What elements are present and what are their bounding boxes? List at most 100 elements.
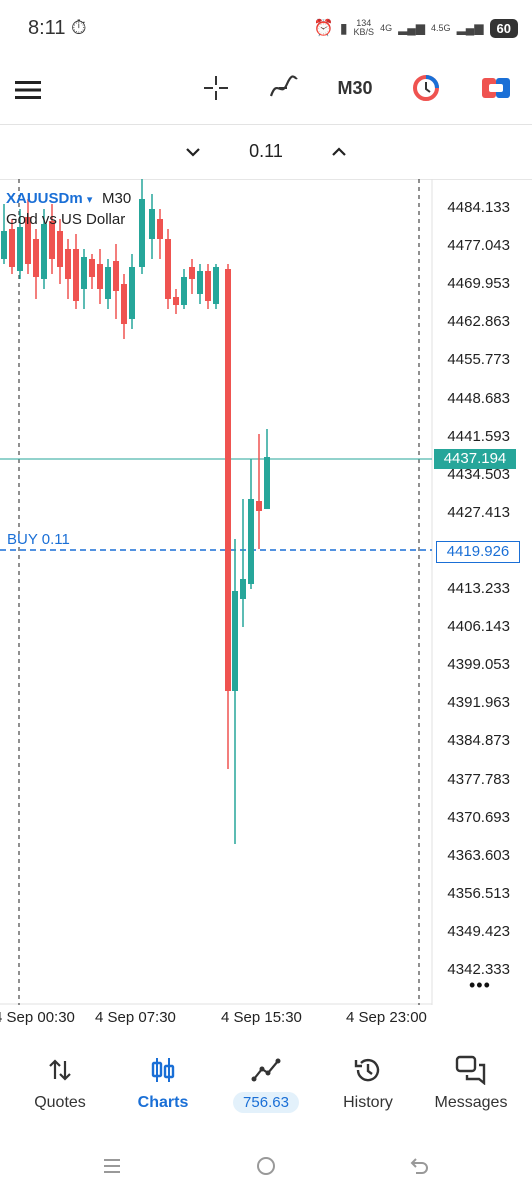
candle-body <box>157 219 163 239</box>
nav-quotes-label: Quotes <box>34 1094 86 1111</box>
recents-icon <box>104 1159 120 1173</box>
candle-body <box>65 249 71 279</box>
recents-button[interactable] <box>96 1150 128 1182</box>
price-axis-label: 4406.143 <box>447 618 510 636</box>
price-axis-label: 4427.413 <box>447 503 510 521</box>
lot-value[interactable]: 0.11 <box>230 141 302 162</box>
back-button[interactable] <box>404 1150 436 1182</box>
lot-increase-button[interactable] <box>322 135 356 169</box>
sort-arrows-icon <box>49 1059 71 1081</box>
chevron-up-icon <box>332 147 346 156</box>
candle-body <box>264 457 270 509</box>
candle-body <box>139 199 145 267</box>
vibrate-icon: ▮ <box>339 19 348 36</box>
candle-body <box>97 264 103 289</box>
current-price-tag: 4437.194 <box>434 449 516 469</box>
price-axis-label: 4455.773 <box>447 351 510 369</box>
price-axis-label: 4370.693 <box>447 808 510 826</box>
indicators-icon <box>269 75 298 97</box>
chart-symbol[interactable]: XAUUSDm ▾ <box>6 190 92 207</box>
timeframe-label: M30 <box>337 77 373 98</box>
candle-body <box>105 267 111 299</box>
status-bar: 8:11 ⏱ ⏰ ▮ 134 KB/S 4G ▂▄▆ 4.5G ▂▄▆ 60 <box>0 0 532 56</box>
candle-body <box>113 261 119 291</box>
bottom-navigation: Quotes Charts 756.63 History Messages <box>0 1040 532 1130</box>
candle-body <box>1 231 7 259</box>
price-axis-label: 4384.873 <box>447 732 510 750</box>
candle-body <box>240 579 246 599</box>
time-label: 4 Sep 00:30 <box>0 1009 75 1026</box>
more-dots-icon[interactable]: ••• <box>469 975 491 996</box>
indicators-button[interactable] <box>266 70 302 106</box>
candle-body <box>181 277 187 305</box>
history-icon <box>354 1058 380 1082</box>
nav-charts[interactable]: Charts <box>111 1040 215 1130</box>
signal-icon-2: ▂▄▆ <box>456 21 484 35</box>
candle-body <box>189 267 195 279</box>
system-navigation <box>0 1140 532 1200</box>
price-axis-label: 4469.953 <box>447 275 510 293</box>
back-icon <box>410 1158 428 1174</box>
signal-4g: 4G <box>380 23 393 33</box>
nav-history-label: History <box>343 1094 393 1111</box>
price-axis-label: 4441.593 <box>447 427 510 445</box>
candle-body <box>205 271 211 301</box>
price-axis-label: 4448.683 <box>447 389 510 407</box>
hamburger-icon <box>15 81 41 99</box>
candle-body <box>121 284 127 324</box>
chart-toolbar: M30 <box>0 56 532 125</box>
candle-body <box>129 267 135 319</box>
price-axis-label: 4377.783 <box>447 770 510 788</box>
timeframe-button[interactable]: M30 <box>332 70 378 106</box>
nav-quotes[interactable]: Quotes <box>8 1040 112 1130</box>
price-axis-label: 4477.043 <box>447 237 510 255</box>
crosshair-icon <box>204 76 228 100</box>
candle-body <box>17 227 23 271</box>
candles-icon <box>151 1058 175 1082</box>
messages-icon <box>455 1055 486 1085</box>
candle-body <box>9 229 15 267</box>
candle-body <box>232 591 238 691</box>
status-icons: ⏰ ▮ 134 KB/S 4G ▂▄▆ 4.5G ▂▄▆ 60 <box>314 14 518 42</box>
signal-45g: 4.5G <box>431 23 451 33</box>
timer-icon: ⏱ <box>71 17 87 39</box>
candle-body <box>225 269 231 691</box>
chevron-down-icon <box>186 148 200 157</box>
menu-button[interactable] <box>10 72 46 108</box>
clock-chart-icon <box>413 75 439 101</box>
candle-body <box>248 499 254 584</box>
chart-description: Gold vs US Dollar <box>6 211 126 228</box>
price-axis-label: 4342.333 <box>447 961 510 978</box>
candle-body <box>173 297 179 305</box>
price-axis-label: 4462.863 <box>447 313 510 331</box>
candle-body <box>73 249 79 301</box>
price-axis-label: 4349.423 <box>447 922 510 940</box>
price-axis-label: 4363.603 <box>447 846 510 864</box>
buy-price-tag: 4419.926 <box>436 541 520 563</box>
equity-badge: 756.63 <box>233 1092 299 1113</box>
home-button[interactable] <box>250 1150 282 1182</box>
candle-body <box>197 271 203 294</box>
candle-body <box>89 259 95 277</box>
candles <box>1 179 270 844</box>
crosshair-button[interactable] <box>198 70 234 106</box>
buy-order-label[interactable]: BUY 0.11 <box>7 531 70 548</box>
trade-icon <box>482 78 510 98</box>
nav-trade[interactable]: 756.63 <box>214 1040 318 1130</box>
nav-messages[interactable]: Messages <box>419 1040 523 1130</box>
candle-body <box>256 501 262 511</box>
trade-button[interactable] <box>478 70 514 106</box>
nav-messages-label: Messages <box>434 1094 508 1111</box>
time-label: 4 Sep 23:00 <box>346 1009 427 1026</box>
candle-body <box>41 224 47 279</box>
lot-decrease-button[interactable] <box>176 135 210 169</box>
time-label: 4 Sep 07:30 <box>95 1009 176 1026</box>
candle-body <box>213 267 219 304</box>
nav-history[interactable]: History <box>316 1040 420 1130</box>
candle-body <box>149 209 155 239</box>
objects-button[interactable] <box>408 70 444 106</box>
signal-icon: ▂▄▆ <box>398 21 426 35</box>
trade-line-icon <box>251 1058 281 1082</box>
net-speed: 134 KB/S <box>353 18 375 37</box>
time-label: 4 Sep 15:30 <box>221 1009 302 1026</box>
